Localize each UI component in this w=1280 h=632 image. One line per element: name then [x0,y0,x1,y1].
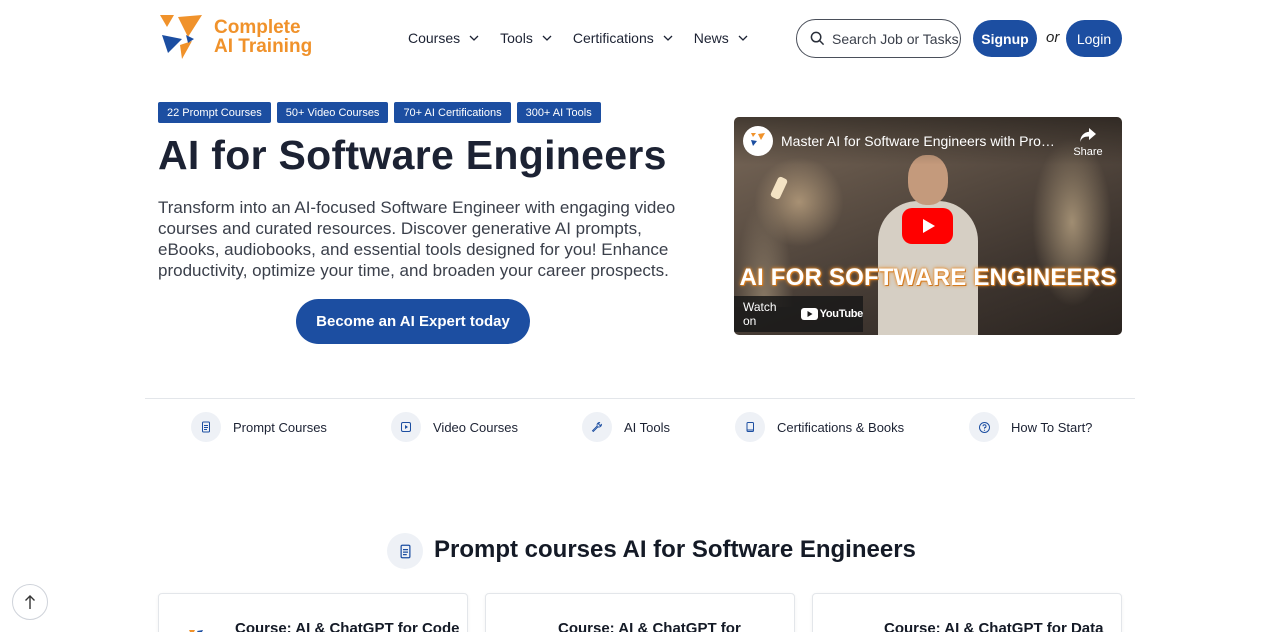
course-thumbnail-icon [189,630,203,632]
hero-badges: 22 Prompt Courses 50+ Video Courses 70+ … [158,102,607,123]
quicknav-how-to-start[interactable]: How To Start? [969,412,1092,442]
play-button[interactable] [902,208,953,244]
course-thumbnail-icon [510,626,540,632]
nav-news[interactable]: News [694,30,749,46]
course-card[interactable]: Course: AI & ChatGPT for Data [812,593,1122,632]
chevron-down-icon [663,35,673,41]
youtube-video-embed[interactable]: Master AI for Software Engineers with Pr… [734,117,1122,335]
nav-news-label: News [693,30,729,46]
wrench-icon [582,412,612,442]
quicknav-label: Prompt Courses [233,419,327,435]
share-icon [1080,128,1096,142]
quicknav-video-courses[interactable]: Video Courses [391,412,518,442]
logo-mark-icon [158,13,206,61]
section-divider [145,398,1135,399]
main-nav: Courses Tools Certifications News [408,26,769,50]
course-card[interactable]: Course: AI & ChatGPT for Code [158,593,468,632]
help-circle-icon [969,412,999,442]
quicknav-label: How To Start? [1011,419,1093,435]
become-expert-button[interactable]: Become an AI Expert today [296,299,530,344]
document-icon [191,412,221,442]
video-presenter [878,155,978,335]
youtube-logo: YouTube [800,308,864,320]
quicknav-label: Video Courses [433,419,519,435]
search-icon [810,31,825,46]
share-button[interactable]: Share [1070,127,1106,158]
badge-video-courses[interactable]: 50+ Video Courses [276,102,389,123]
nav-certifications[interactable]: Certifications [573,30,674,46]
channel-logo-icon [751,133,765,146]
quicknav-label: Certifications & Books [777,419,905,435]
youtube-play-icon [800,308,818,320]
nav-certifications-label: Certifications [572,30,654,46]
badge-prompt-courses[interactable]: 22 Prompt Courses [158,102,271,123]
logo-line-2: AI Training [214,36,313,57]
watch-on-label: Watch on [743,300,777,328]
video-overlay-text: AI FOR SOFTWARE ENGINEERS [739,264,1117,291]
arrow-up-icon [25,595,35,609]
play-icon [391,412,421,442]
login-button[interactable]: Login [1066,20,1122,57]
logo-text: Complete AI Training [214,18,312,56]
hero-description: Transform into an AI-focused Software En… [158,198,676,280]
chevron-down-icon [469,35,479,41]
course-card-title: Course: AI & ChatGPT for Code [235,620,460,632]
chevron-down-icon [738,35,748,41]
badge-certifications[interactable]: 70+ AI Certifications [394,102,511,123]
play-icon [922,219,935,233]
badge-ai-tools[interactable]: 300+ AI Tools [516,102,601,123]
quicknav-ai-tools[interactable]: AI Tools [582,412,670,442]
book-icon [735,412,765,442]
course-card-title: Course: AI & ChatGPT for [558,620,741,632]
share-label: Share [1073,146,1103,158]
channel-avatar[interactable] [743,126,773,156]
site-header: Complete AI Training Courses Tools Certi… [0,0,1280,78]
course-card-title: Course: AI & ChatGPT for Data [884,620,1104,632]
nav-tools[interactable]: Tools [500,30,553,46]
quicknav-prompt-courses[interactable]: Prompt Courses [191,412,327,442]
nav-tools-label: Tools [500,30,533,46]
logo-line-1: Complete [214,17,301,38]
quicknav-label: AI Tools [624,419,671,435]
watch-on-youtube-button[interactable]: Watch on YouTube [734,296,863,332]
youtube-wordmark: YouTube [819,308,864,320]
site-logo[interactable]: Complete AI Training [158,13,318,61]
section-title: Prompt courses AI for Software Engineers [434,536,916,563]
or-label: or [1046,29,1060,46]
page-title: AI for Software Engineers [158,132,667,178]
document-icon [387,533,423,569]
chevron-down-icon [542,35,552,41]
signup-button[interactable]: Signup [973,20,1037,57]
nav-courses[interactable]: Courses [408,30,480,46]
search-placeholder: Search Job or Tasks [832,30,959,47]
nav-courses-label: Courses [408,30,461,46]
course-card[interactable]: Course: AI & ChatGPT for [485,593,795,632]
video-title[interactable]: Master AI for Software Engineers with Pr… [781,133,1066,149]
scroll-to-top-button[interactable] [12,584,48,620]
search-input[interactable]: Search Job or Tasks [796,19,961,58]
quicknav-certifications-books[interactable]: Certifications & Books [735,412,904,442]
